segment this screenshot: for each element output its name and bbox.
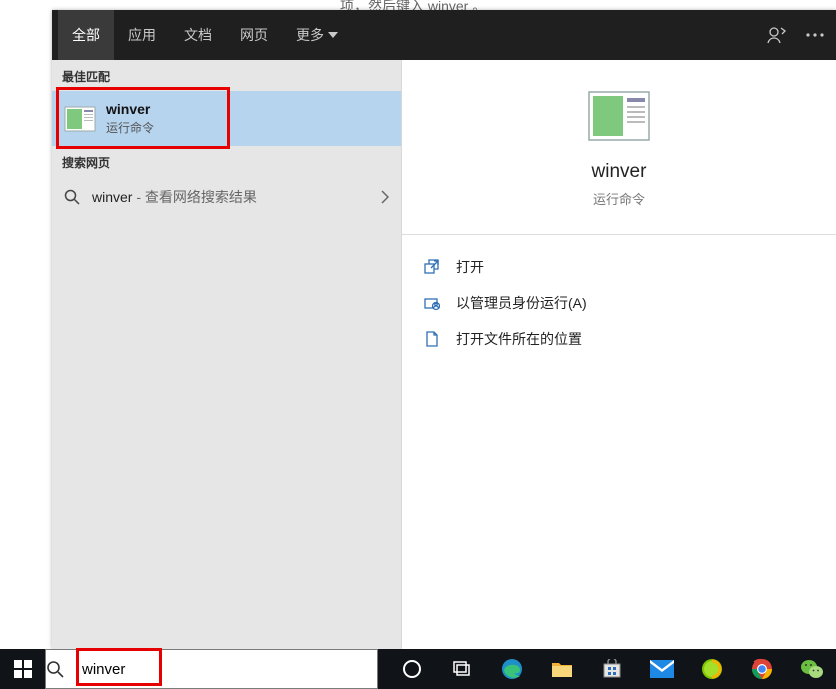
action-list: 打开 以管理员身份运行(A) <box>402 243 836 363</box>
taskbar-search-box[interactable] <box>45 649 378 689</box>
file-location-icon <box>424 331 446 347</box>
best-match-text: winver 运行命令 <box>106 101 154 136</box>
search-icon <box>64 189 84 205</box>
search-header: 全部 应用 文档 网页 更多 <box>52 10 836 60</box>
more-options-icon[interactable] <box>806 33 828 37</box>
winver-large-icon <box>587 88 651 144</box>
file-explorer-icon[interactable] <box>538 649 586 689</box>
chrome-icon[interactable] <box>738 649 786 689</box>
chevron-down-icon <box>328 32 338 38</box>
task-view-icon[interactable] <box>438 649 486 689</box>
chevron-right-icon <box>381 190 389 204</box>
tab-all[interactable]: 全部 <box>58 10 114 60</box>
admin-icon <box>424 295 446 311</box>
search-input[interactable] <box>82 661 377 678</box>
action-run-as-admin-label: 以管理员身份运行(A) <box>456 293 587 313</box>
browser-360-icon[interactable] <box>688 649 736 689</box>
web-result-item[interactable]: winver - 查看网络搜索结果 <box>52 177 401 217</box>
winver-icon <box>64 103 96 135</box>
search-panel: 全部 应用 文档 网页 更多 <box>52 10 836 649</box>
feedback-icon[interactable] <box>766 25 788 45</box>
microsoft-store-icon[interactable] <box>588 649 636 689</box>
tab-web[interactable]: 网页 <box>226 10 282 60</box>
wechat-icon[interactable] <box>788 649 836 689</box>
best-match-item[interactable]: winver 运行命令 <box>52 91 401 146</box>
taskbar-icons <box>378 649 836 689</box>
web-result-title: winver <box>92 189 132 205</box>
search-body: 最佳匹配 winver <box>52 60 836 649</box>
action-open-location-label: 打开文件所在的位置 <box>456 329 582 349</box>
open-icon <box>424 259 446 275</box>
best-match-wrapper: winver 运行命令 <box>52 91 401 146</box>
windows-logo-icon <box>14 660 32 678</box>
best-match-title: winver <box>106 101 154 117</box>
action-open-location[interactable]: 打开文件所在的位置 <box>402 321 836 357</box>
divider <box>402 234 836 235</box>
header-actions <box>766 25 828 45</box>
web-result-text: winver - 查看网络搜索结果 <box>92 187 381 207</box>
start-button[interactable] <box>0 649 45 689</box>
search-icon <box>46 660 82 678</box>
web-results-header: 搜索网页 <box>52 146 401 177</box>
tab-more-label: 更多 <box>296 25 324 45</box>
best-match-subtitle: 运行命令 <box>106 119 154 136</box>
tab-more[interactable]: 更多 <box>282 10 352 60</box>
best-match-header: 最佳匹配 <box>52 60 401 91</box>
tab-apps[interactable]: 应用 <box>114 10 170 60</box>
action-open-label: 打开 <box>456 257 484 277</box>
detail-column: winver 运行命令 打开 <box>401 60 836 649</box>
detail-title: winver <box>402 161 836 183</box>
web-result-suffix: - 查看网络搜索结果 <box>132 189 256 205</box>
cortana-icon[interactable] <box>388 649 436 689</box>
detail-subtitle: 运行命令 <box>402 189 836 208</box>
taskbar <box>0 649 836 689</box>
detail-preview: winver 运行命令 <box>402 60 836 224</box>
results-column: 最佳匹配 winver <box>52 60 401 649</box>
action-run-as-admin[interactable]: 以管理员身份运行(A) <box>402 285 836 321</box>
mail-icon[interactable] <box>638 649 686 689</box>
tab-documents[interactable]: 文档 <box>170 10 226 60</box>
edge-icon[interactable] <box>488 649 536 689</box>
action-open[interactable]: 打开 <box>402 249 836 285</box>
